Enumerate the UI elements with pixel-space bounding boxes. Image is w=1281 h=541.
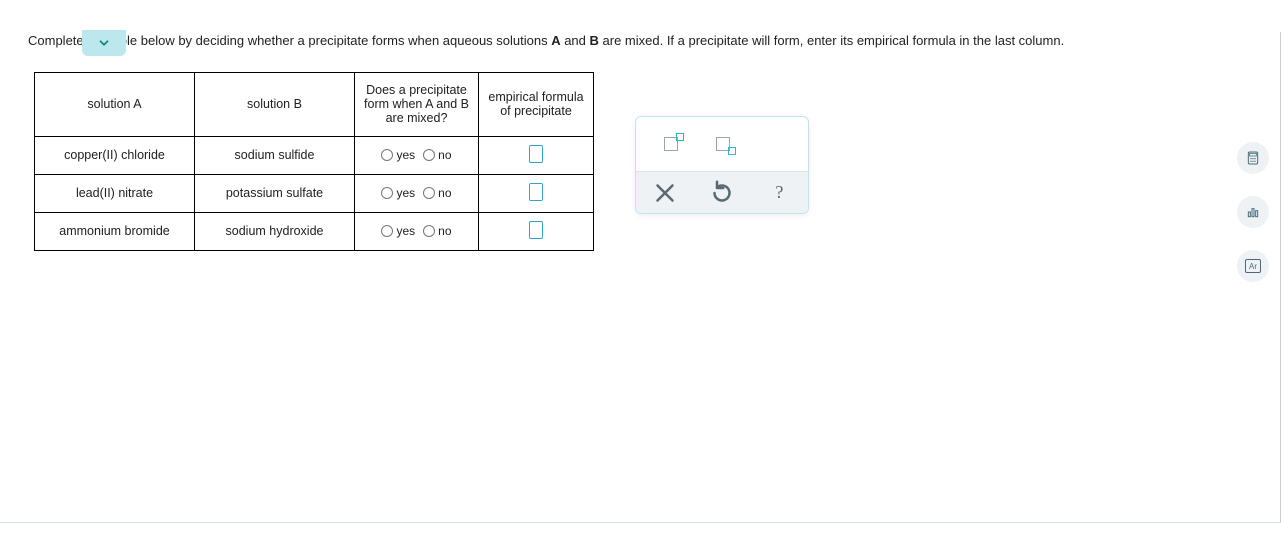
close-icon — [650, 178, 680, 208]
cell-radio: yes no — [355, 136, 479, 174]
radio-no-label: no — [438, 148, 451, 162]
square-icon — [728, 147, 736, 155]
cell-formula — [479, 212, 594, 250]
radio-icon — [423, 187, 435, 199]
instruction-text: Complete the table below by deciding whe… — [28, 32, 1178, 50]
clear-button[interactable] — [650, 178, 680, 208]
bar-chart-icon — [1245, 204, 1261, 220]
cell-solution-b: sodium sulfide — [195, 136, 355, 174]
reset-button[interactable] — [707, 178, 737, 208]
expand-toggle[interactable] — [82, 30, 126, 56]
cell-solution-a: lead(II) nitrate — [35, 174, 195, 212]
radio-yes[interactable]: yes — [381, 224, 415, 238]
cell-solution-a: ammonium bromide — [35, 212, 195, 250]
radio-icon — [381, 149, 393, 161]
radio-no[interactable]: no — [423, 224, 451, 238]
undo-icon — [707, 178, 737, 208]
radio-yes[interactable]: yes — [381, 186, 415, 200]
formula-input[interactable] — [529, 221, 543, 239]
instr-bA: A — [551, 33, 560, 48]
header-formula: empirical formula of precipitate — [479, 72, 594, 136]
right-rail: Ar — [1237, 142, 1269, 282]
square-icon — [676, 133, 684, 141]
cell-solution-b: sodium hydroxide — [195, 212, 355, 250]
cell-radio: yes no — [355, 212, 479, 250]
radio-icon — [423, 225, 435, 237]
radio-yes[interactable]: yes — [381, 148, 415, 162]
data-button[interactable] — [1237, 196, 1269, 228]
radio-icon — [423, 149, 435, 161]
radio-no-label: no — [438, 186, 451, 200]
cell-formula — [479, 136, 594, 174]
radio-yes-label: yes — [396, 224, 415, 238]
subscript-button[interactable] — [716, 137, 738, 151]
header-precipitate-forms: Does a precipitate form when A and B are… — [355, 72, 479, 136]
radio-no-label: no — [438, 224, 451, 238]
radio-icon — [381, 187, 393, 199]
instr-suffix: are mixed. If a precipitate will form, e… — [599, 33, 1064, 48]
instr-bB: B — [590, 33, 599, 48]
formula-input[interactable] — [529, 145, 543, 163]
help-button[interactable]: ? — [764, 178, 794, 208]
superscript-button[interactable] — [664, 137, 686, 151]
cell-formula — [479, 174, 594, 212]
chevron-down-icon — [97, 36, 111, 50]
radio-no[interactable]: no — [423, 186, 451, 200]
calculator-icon — [1245, 150, 1261, 166]
header-solution-a: solution A — [35, 72, 195, 136]
periodic-table-icon: Ar — [1245, 259, 1261, 273]
divider-horizontal — [0, 522, 1281, 523]
calculator-button[interactable] — [1237, 142, 1269, 174]
formula-input[interactable] — [529, 183, 543, 201]
table-row: ammonium bromide sodium hydroxide yes no — [35, 212, 594, 250]
radio-yes-label: yes — [396, 148, 415, 162]
header-solution-b: solution B — [195, 72, 355, 136]
periodic-table-button[interactable]: Ar — [1237, 250, 1269, 282]
radio-icon — [381, 225, 393, 237]
precipitate-table: solution A solution B Does a precipitate… — [34, 72, 594, 251]
table-row: copper(II) chloride sodium sulfide yes n… — [35, 136, 594, 174]
cell-solution-a: copper(II) chloride — [35, 136, 195, 174]
instr-mid: and — [561, 33, 590, 48]
table-row: lead(II) nitrate potassium sulfate yes n… — [35, 174, 594, 212]
formula-toolbar: ? — [635, 116, 809, 214]
cell-solution-b: potassium sulfate — [195, 174, 355, 212]
radio-no[interactable]: no — [423, 148, 451, 162]
radio-yes-label: yes — [396, 186, 415, 200]
cell-radio: yes no — [355, 174, 479, 212]
